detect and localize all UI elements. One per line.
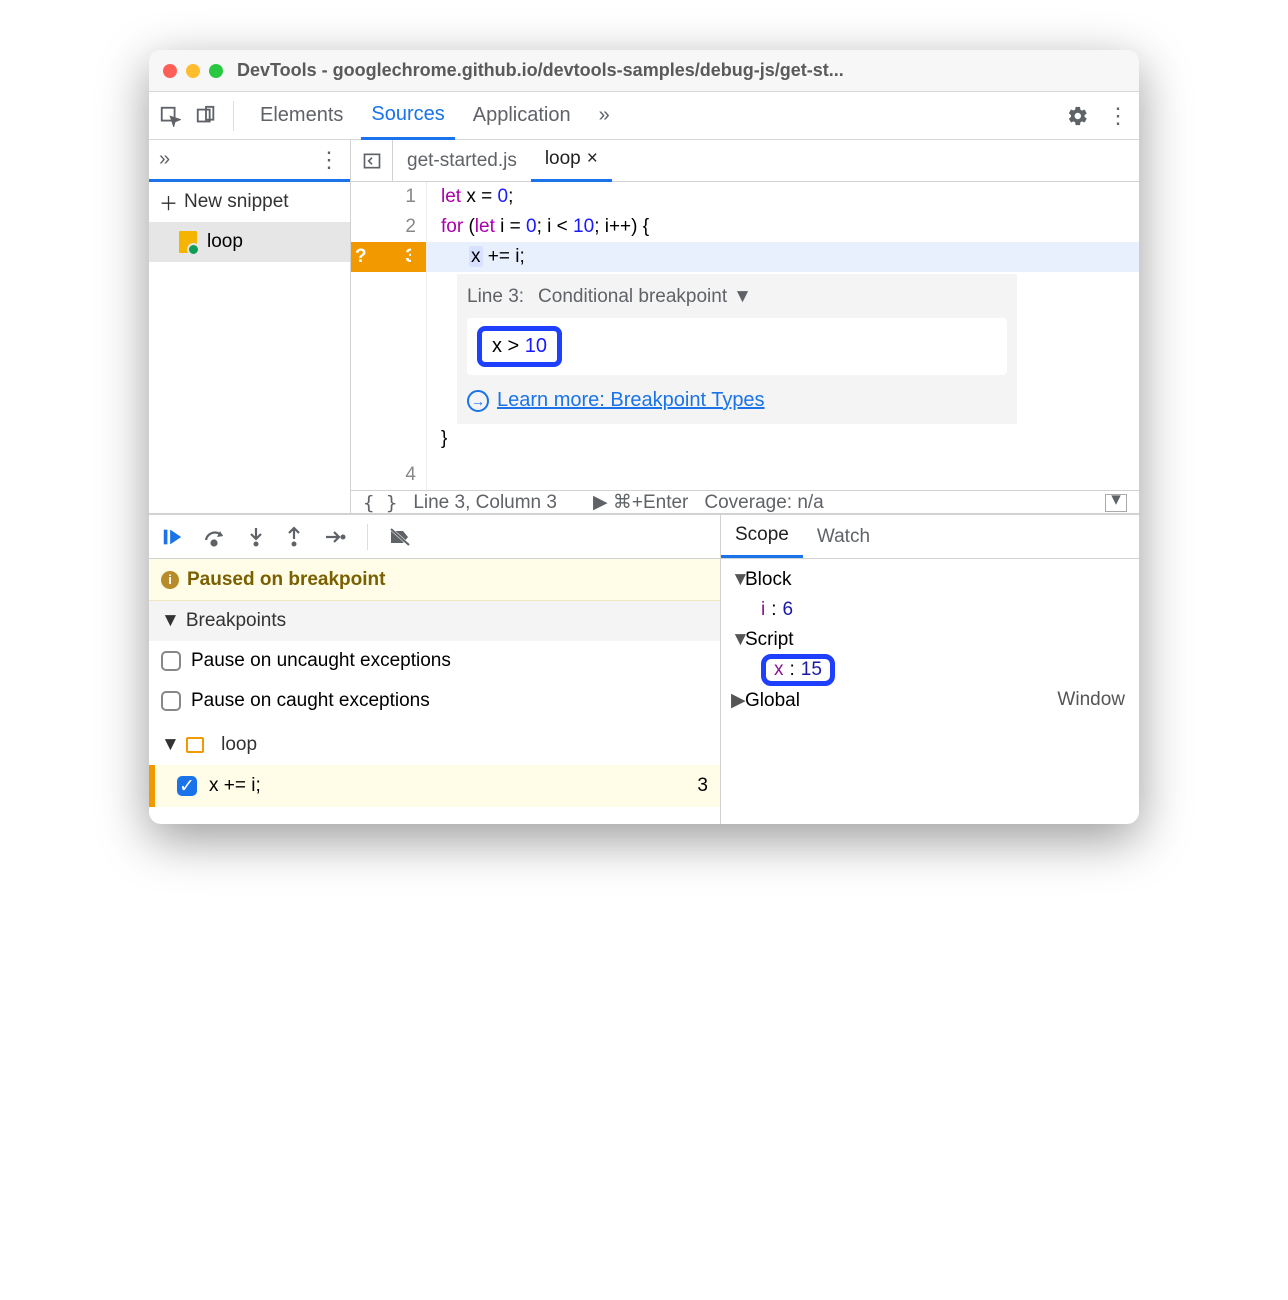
code-line-3: x += i; <box>427 242 1139 272</box>
tab-scope[interactable]: Scope <box>721 515 803 558</box>
window-titlebar: DevTools - googlechrome.github.io/devtoo… <box>149 50 1139 92</box>
breakpoints-section-header[interactable]: ▼Breakpoints <box>149 601 720 641</box>
bp-entry[interactable]: ✓x += i; 3 <box>149 765 720 807</box>
resume-icon[interactable] <box>161 526 183 548</box>
snippet-file-icon <box>179 231 197 253</box>
editor-navigate-icon[interactable] <box>351 140 393 182</box>
coverage-label: Coverage: n/a <box>704 492 823 514</box>
sidebar-overflow-icon[interactable]: » <box>159 148 170 171</box>
window-title: DevTools - googlechrome.github.io/devtoo… <box>237 60 844 81</box>
tab-sources[interactable]: Sources <box>361 92 454 140</box>
editor-tab-loop[interactable]: loop × <box>531 140 612 182</box>
code-line-1: let x = 0; <box>427 182 1139 212</box>
tabs-overflow[interactable]: » <box>589 92 620 140</box>
code-editor[interactable]: 1 2 ?3 4 let x = 0; for (let i = 0; i < … <box>351 182 1139 490</box>
arrow-circle-icon: → <box>467 390 489 412</box>
chevron-down-icon: ▼ <box>161 734 180 756</box>
gutter-line-2[interactable]: 2 <box>351 212 426 242</box>
step-out-icon[interactable] <box>285 526 303 548</box>
gutter-line-4[interactable]: 4 <box>351 460 426 490</box>
chevron-down-icon: ▼ <box>161 610 180 632</box>
gutter-line-3-breakpoint[interactable]: ?3 <box>351 242 426 272</box>
bp-line-number: 3 <box>697 775 708 797</box>
code-line-4: } <box>427 424 1139 454</box>
sources-sidebar: » ⋮ ＋ New snippet loop <box>149 140 351 513</box>
scope-block[interactable]: ▼Block <box>731 565 1129 595</box>
close-tab-icon[interactable]: × <box>587 148 598 170</box>
code-line-2: for (let i = 0; i < 10; i++) { <box>427 212 1139 242</box>
tab-watch[interactable]: Watch <box>803 515 884 558</box>
snippet-icon <box>186 737 204 753</box>
plus-icon: ＋ <box>159 189 178 216</box>
editor-tab-get-started[interactable]: get-started.js <box>393 140 531 182</box>
scope-tree: ▼Block i: 6 ▼Script x: 15 ▶GlobalWindow <box>721 559 1139 721</box>
tab-elements[interactable]: Elements <box>250 92 353 140</box>
paused-banner: i Paused on breakpoint <box>149 559 720 601</box>
scope-global[interactable]: ▶GlobalWindow <box>731 685 1129 715</box>
step-icon[interactable] <box>323 526 347 548</box>
cursor-position: Line 3, Column 3 <box>413 492 557 514</box>
breakpoint-editor-popup: Line 3: Conditional breakpoint ▼ x > 10 … <box>457 274 1017 424</box>
device-toggle-icon[interactable] <box>195 105 217 127</box>
scope-var-i: i: 6 <box>731 595 1129 625</box>
kebab-menu-icon[interactable]: ⋮ <box>1107 105 1129 127</box>
inspect-icon[interactable] <box>159 105 181 127</box>
scope-script[interactable]: ▼Script <box>731 625 1129 655</box>
step-into-icon[interactable] <box>247 526 265 548</box>
new-snippet-button[interactable]: ＋ New snippet <box>149 182 350 222</box>
bp-type-dropdown[interactable]: Conditional breakpoint ▼ <box>538 286 752 308</box>
deactivate-breakpoints-icon[interactable] <box>388 526 412 548</box>
bp-line-label: Line 3: <box>467 286 524 308</box>
editor-statusbar: { } Line 3, Column 3 ▶ ⌘+Enter Coverage:… <box>351 490 1139 514</box>
bp-file-header[interactable]: ▼ loop <box>149 725 720 765</box>
pause-uncaught-checkbox[interactable]: Pause on uncaught exceptions <box>161 641 708 681</box>
minimize-window-icon[interactable] <box>186 64 200 78</box>
tab-application[interactable]: Application <box>463 92 581 140</box>
learn-more-link[interactable]: Learn more: Breakpoint Types <box>497 389 765 412</box>
step-over-icon[interactable] <box>203 526 227 548</box>
scope-var-x: x: 15 <box>731 655 1129 685</box>
bp-enabled-checkbox[interactable]: ✓ <box>177 776 197 796</box>
run-snippet-button[interactable]: ▶ ⌘+Enter <box>593 491 688 514</box>
pretty-print-icon[interactable]: { } <box>363 492 397 514</box>
file-item-loop[interactable]: loop <box>149 222 350 262</box>
execution-controls <box>149 515 720 559</box>
maximize-window-icon[interactable] <box>209 64 223 78</box>
info-icon: i <box>161 571 179 589</box>
sidebar-menu-icon[interactable]: ⋮ <box>318 147 340 173</box>
close-window-icon[interactable] <box>163 64 177 78</box>
settings-icon[interactable] <box>1067 105 1089 127</box>
drawer-toggle-icon[interactable]: ▾ <box>1105 494 1127 512</box>
pause-caught-checkbox[interactable]: Pause on caught exceptions <box>161 681 708 721</box>
devtools-toolbar: Elements Sources Application » ⋮ <box>149 92 1139 140</box>
chevron-down-icon: ▼ <box>733 286 752 308</box>
bp-condition-input[interactable]: x > 10 <box>467 318 1007 375</box>
gutter-line-1[interactable]: 1 <box>351 182 426 212</box>
